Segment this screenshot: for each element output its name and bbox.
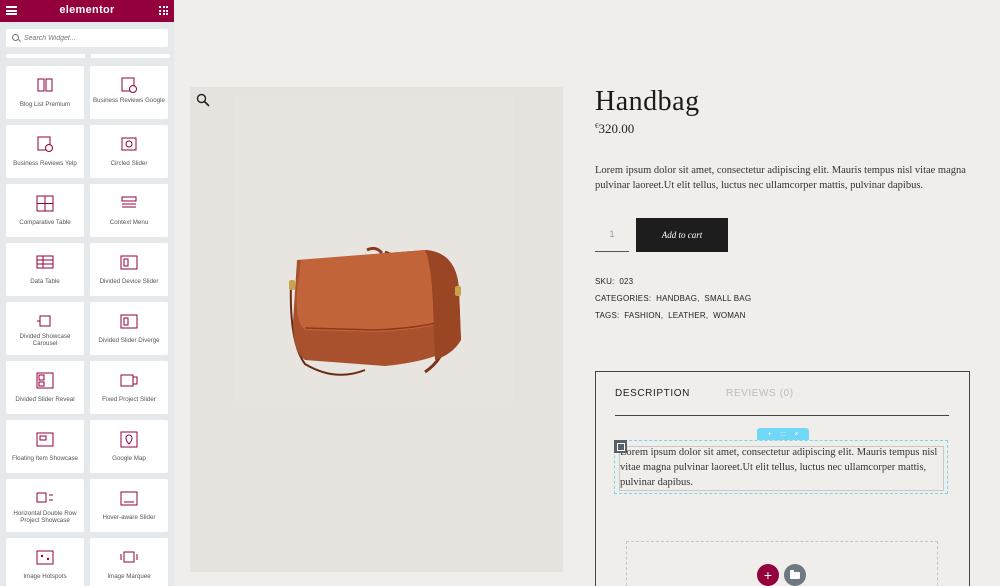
add-new-section-button[interactable]: + — [757, 564, 779, 586]
widget-label: Divided Slider Reveal — [15, 396, 75, 403]
fixed-project-slider-icon — [120, 374, 138, 387]
google-map-icon — [120, 431, 138, 448]
widget-label: Business Reviews Google — [93, 97, 165, 104]
widget-card[interactable]: Floating Item Showcase — [6, 420, 84, 473]
widget-label: Divided Device Slider — [99, 278, 159, 285]
divided-slider-diverge-icon — [120, 314, 138, 329]
product-price: €320.00 — [595, 121, 634, 137]
tab-divider — [615, 415, 949, 416]
product-sku: SKU: 023 — [595, 277, 633, 286]
category-link-handbag[interactable]: HANDBAG — [656, 294, 697, 303]
widget-label: Horizontal Double Row Project Showcase — [13, 510, 77, 524]
context-menu-icon — [121, 196, 137, 208]
data-table-icon — [36, 255, 54, 269]
zoom-icon[interactable] — [196, 93, 210, 107]
close-handle-icon[interactable]: × — [795, 431, 799, 438]
divided-showcase-carousel-icon — [37, 315, 51, 327]
widget-label: Blog List Premium — [19, 101, 71, 108]
tab-description[interactable]: DESCRIPTION — [615, 388, 690, 399]
image-hotspots-icon — [36, 550, 54, 565]
search-icon — [12, 34, 19, 41]
widget-card[interactable]: Divided Slider Reveal — [6, 361, 84, 414]
widget-label: Business Reviews Yelp — [13, 160, 77, 167]
widget-label: Comparative Table — [19, 219, 71, 226]
price-value: 320.00 — [598, 121, 635, 136]
widget-label: Fixed Project Slider — [102, 396, 156, 403]
widget-grid: Blog List Premium Business Reviews Google… — [6, 66, 170, 586]
drag-handle-icon[interactable]: ::: — [780, 431, 786, 438]
sku-value: 023 — [619, 277, 634, 286]
tag-link-woman[interactable]: WOMAN — [713, 311, 746, 320]
panel-header: elementor — [0, 0, 174, 22]
widget-label: Data Table — [30, 278, 60, 285]
widget-label: Image Hotspots — [23, 573, 67, 580]
widget-card[interactable]: Divided Showcase Carousel — [6, 302, 84, 355]
widget-label: Divided Slider Diverge — [98, 337, 160, 344]
widget-card[interactable]: Context Menu — [90, 184, 168, 237]
widget-label: Context Menu — [109, 219, 149, 226]
tag-link-leather[interactable]: LEATHER — [668, 311, 706, 320]
widget-card[interactable]: Fixed Project Slider — [90, 361, 168, 414]
widget-card[interactable]: Image Hotspots — [6, 538, 84, 586]
widget-card[interactable]: Divided Device Slider — [90, 243, 168, 296]
widget-panel: Blog List Premium Business Reviews Google… — [0, 54, 174, 586]
product-tags: TAGS: FASHION, LEATHER, WOMAN — [595, 311, 746, 320]
widget-label: Circled Slider — [110, 160, 148, 167]
floating-item-showcase-icon — [36, 432, 54, 447]
widget-search — [6, 29, 168, 47]
sku-label: SKU: — [595, 277, 615, 286]
image-marquee-icon — [120, 551, 138, 563]
elementor-logo: elementor — [59, 4, 115, 16]
widget-label: Google Map — [112, 455, 146, 462]
divided-slider-reveal-icon — [36, 372, 54, 389]
categories-label: CATEGORIES: — [595, 294, 652, 303]
description-text[interactable]: Lorem ipsum dolor sit amet, consectetur … — [620, 445, 950, 490]
tab-reviews[interactable]: REVIEWS (0) — [726, 388, 794, 399]
widget-card[interactable]: Image Marquee — [90, 538, 168, 586]
blog-list-icon — [37, 78, 53, 92]
column-edit-icon[interactable] — [614, 440, 627, 453]
add-section-handle-icon[interactable]: + — [767, 431, 771, 438]
search-input[interactable] — [24, 31, 164, 45]
widget-card[interactable]: Data Table — [6, 243, 84, 296]
partial-widget-row — [0, 54, 174, 58]
elementor-panel: elementor Blog List Premium Business Revi… — [0, 0, 174, 586]
circled-slider-icon — [121, 137, 137, 151]
tag-link-fashion[interactable]: FASHION — [624, 311, 661, 320]
product-title: Handbag — [595, 86, 700, 117]
widget-label: Hover-aware Slider — [102, 514, 156, 521]
comparative-table-icon — [36, 195, 54, 212]
product-categories: CATEGORIES: HANDBAG, SMALL BAG — [595, 294, 752, 303]
quantity-input[interactable]: 1 — [595, 219, 629, 252]
divided-device-slider-icon — [120, 255, 138, 270]
widget-card[interactable]: Circled Slider — [90, 125, 168, 178]
tags-label: TAGS: — [595, 311, 620, 320]
hover-aware-slider-icon — [120, 491, 138, 506]
widget-card[interactable]: Blog List Premium — [6, 66, 84, 119]
widget-card[interactable]: Comparative Table — [6, 184, 84, 237]
widget-label: Floating Item Showcase — [11, 455, 79, 462]
widget-card[interactable]: Business Reviews Yelp — [6, 125, 84, 178]
template-library-folder-icon[interactable] — [784, 564, 806, 586]
widgets-grid-icon[interactable] — [159, 6, 168, 15]
widget-label: Divided Showcase Carousel — [19, 333, 71, 347]
handbag-image — [289, 246, 461, 376]
widget-card[interactable]: Google Map — [90, 420, 168, 473]
add-to-cart-button[interactable]: Add to cart — [636, 218, 728, 252]
product-short-description: Lorem ipsum dolor sit amet, consectetur … — [595, 165, 966, 191]
widget-label: Image Marquee — [107, 573, 151, 580]
add-section-dropzone[interactable] — [626, 541, 938, 586]
business-reviews-yelp-icon — [37, 136, 53, 152]
widget-card[interactable]: Business Reviews Google — [90, 66, 168, 119]
widget-card[interactable]: Divided Slider Diverge — [90, 302, 168, 355]
horizontal-double-row-icon — [36, 492, 53, 503]
category-link-small-bag[interactable]: SMALL BAG — [704, 294, 751, 303]
section-handle: + ::: × — [757, 428, 809, 440]
widget-card[interactable]: Hover-aware Slider — [90, 479, 168, 532]
business-reviews-google-icon — [121, 77, 137, 93]
widget-card[interactable]: Horizontal Double Row Project Showcase — [6, 479, 84, 532]
